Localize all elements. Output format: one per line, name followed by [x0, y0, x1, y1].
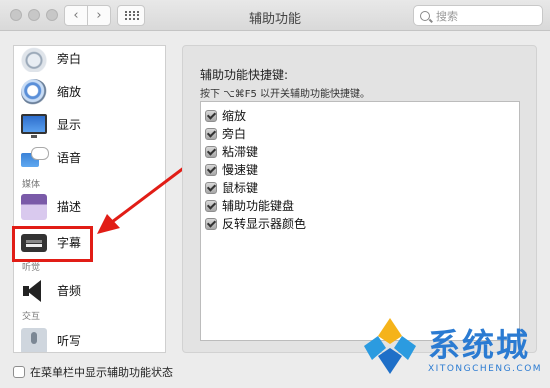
checkbox[interactable] — [205, 145, 217, 158]
checkbox[interactable] — [13, 366, 25, 378]
show-status-label: 在菜单栏中显示辅助功能状态 — [30, 366, 173, 379]
shortcut-label: 鼠标键 — [222, 181, 259, 195]
shortcut-label: 旁白 — [222, 127, 247, 141]
shortcut-label: 反转显示器颜色 — [222, 217, 307, 231]
shortcut-description: 按下 ⌥⌘F5 以开关辅助功能快捷键。 — [200, 89, 370, 100]
checkbox[interactable] — [205, 163, 217, 176]
shortcut-accessibility-keyboard[interactable]: 辅助功能键盘 — [205, 197, 294, 214]
shortcut-label: 慢速键 — [222, 163, 259, 177]
watermark: 系统城 XITONGCHENG.COM — [356, 312, 546, 386]
shortcut-list[interactable]: 缩放 旁白 粘滞键 慢速键 鼠标键 辅助功能键盘 反转显示器颜色 — [200, 101, 520, 341]
show-status-in-menubar-option[interactable]: 在菜单栏中显示辅助功能状态 — [13, 364, 173, 380]
shortcut-invert-colors[interactable]: 反转显示器颜色 — [205, 215, 306, 232]
settings-panel: 辅助功能快捷键: 按下 ⌥⌘F5 以开关辅助功能快捷键。 缩放 旁白 粘滞键 慢… — [182, 45, 537, 353]
shortcut-label: 辅助功能键盘 — [222, 199, 295, 213]
checkbox[interactable] — [205, 127, 217, 140]
checkbox[interactable] — [205, 109, 217, 122]
shortcut-slow-keys[interactable]: 慢速键 — [205, 161, 258, 178]
checkbox[interactable] — [205, 181, 217, 194]
shortcut-mouse-keys[interactable]: 鼠标键 — [205, 179, 258, 196]
shortcut-label: 缩放 — [222, 109, 247, 123]
accessibility-window: ‹ › 辅助功能 搜索 旁白 缩放 显示 语音 媒体 描述 字幕 听觉 音频 交… — [0, 0, 550, 388]
watermark-subtext: XITONGCHENG.COM — [428, 364, 543, 374]
shortcut-zoom[interactable]: 缩放 — [205, 107, 246, 124]
shortcut-sticky-keys[interactable]: 粘滞键 — [205, 143, 258, 160]
watermark-logo-icon — [364, 318, 416, 374]
shortcut-narrator[interactable]: 旁白 — [205, 125, 246, 142]
checkbox[interactable] — [205, 199, 217, 212]
watermark-text: 系统城 — [428, 326, 531, 364]
shortcut-label: 粘滞键 — [222, 145, 259, 159]
shortcut-heading: 辅助功能快捷键: — [200, 68, 289, 82]
checkbox[interactable] — [205, 217, 217, 230]
